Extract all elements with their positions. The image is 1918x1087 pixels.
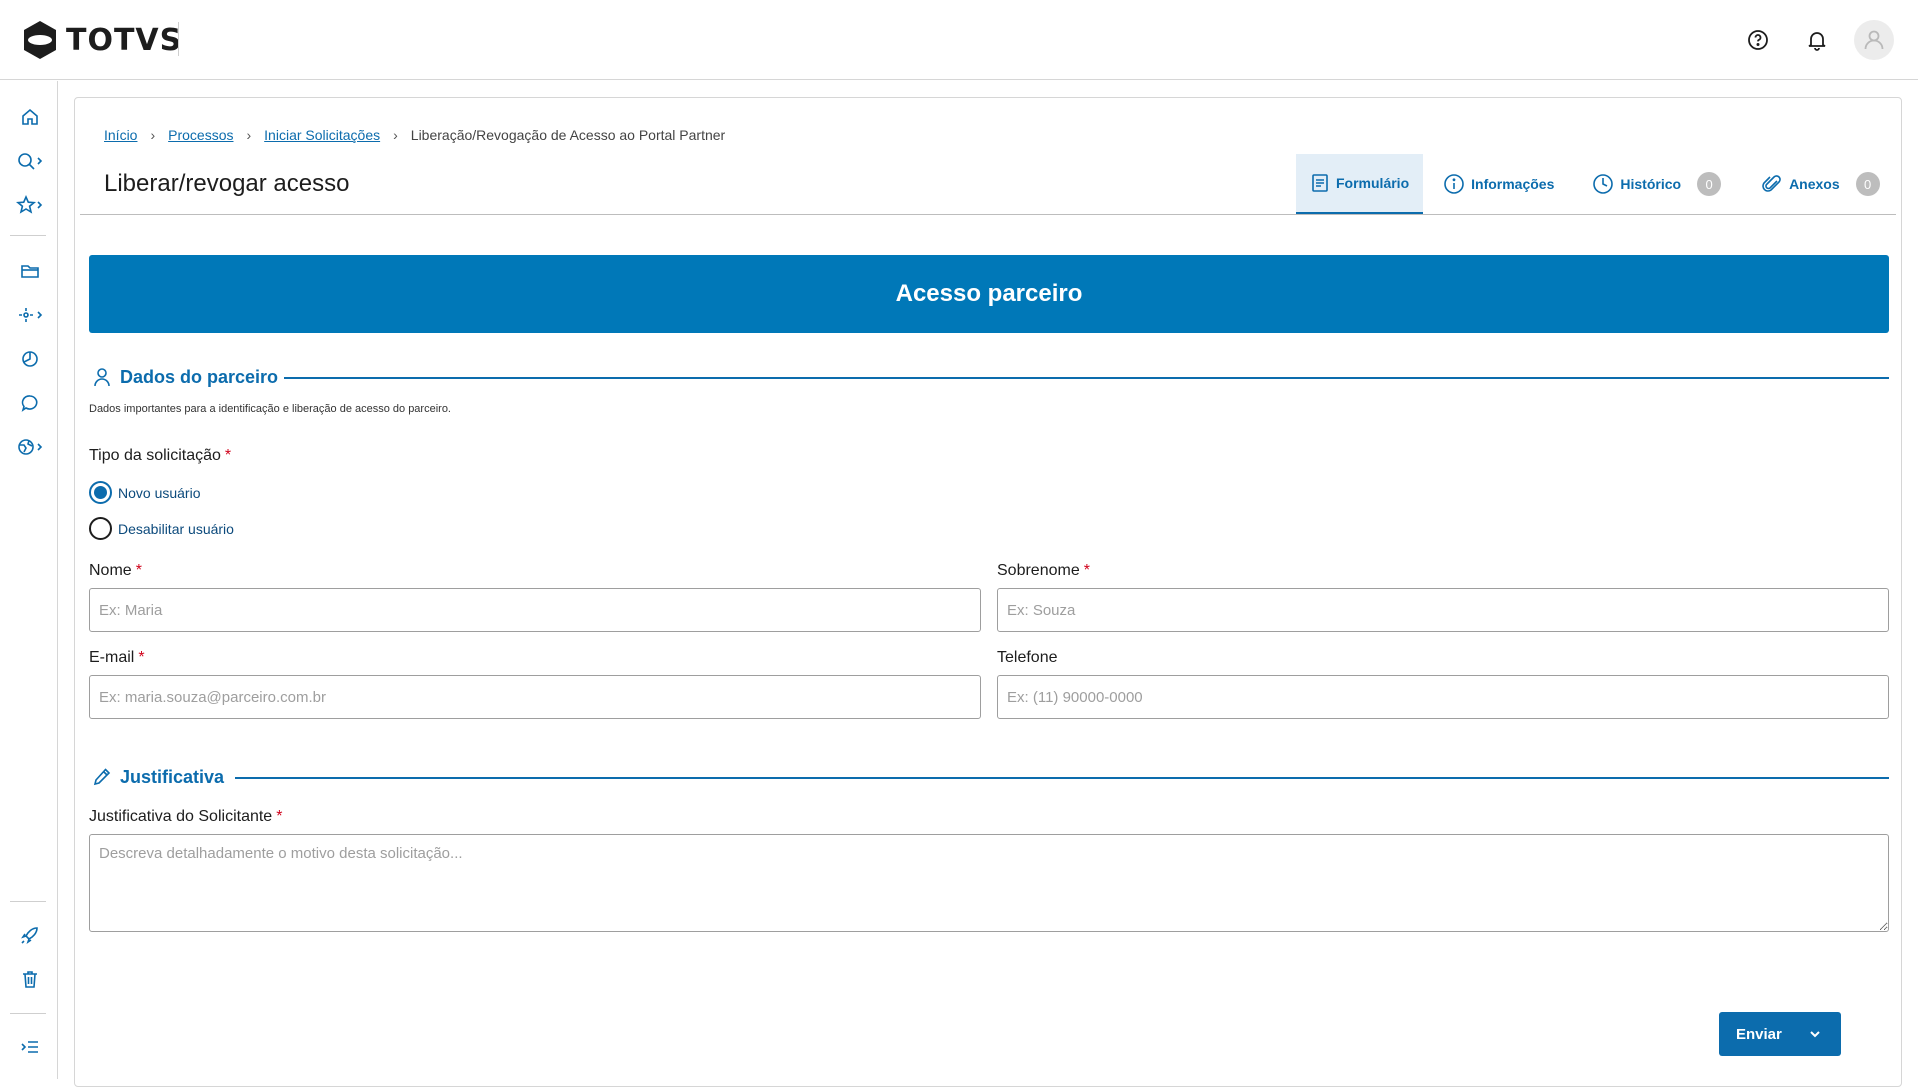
tabs-divider (80, 214, 1896, 215)
tab-historico[interactable]: Histórico 0 (1578, 154, 1735, 214)
chevron-right-icon: › (150, 127, 156, 143)
breadcrumb-link-iniciar-solicitacoes[interactable]: Iniciar Solicitações (264, 127, 380, 143)
star-icon[interactable] (14, 191, 46, 219)
tab-label: Anexos (1789, 176, 1840, 192)
required-marker: * (1083, 562, 1090, 579)
phone-input[interactable] (997, 675, 1889, 719)
last-name-input[interactable] (997, 588, 1889, 632)
top-bar: TOTVS (0, 0, 1918, 80)
breadcrumb-current: Liberação/Revogação de Acesso ao Portal … (410, 127, 726, 143)
tab-formulario[interactable]: Formulário (1296, 154, 1424, 214)
submit-label: Enviar (1736, 1025, 1782, 1043)
clock-icon (1593, 174, 1614, 194)
section-title: Dados do parceiro (120, 366, 279, 387)
phone-label: Telefone (997, 649, 1058, 667)
section-header-justification: Justificativa (92, 766, 224, 788)
required-marker: * (138, 649, 145, 666)
folder-icon[interactable] (14, 257, 46, 285)
tab-informacoes[interactable]: Informações (1429, 154, 1568, 214)
logo-text: TOTVS (66, 22, 183, 58)
trash-icon[interactable] (14, 965, 46, 993)
sidebar (0, 81, 58, 1079)
radio-label: Novo usuário (118, 484, 201, 501)
user-avatar-icon (1864, 30, 1884, 50)
justification-label: Justificativa do Solicitante * (89, 808, 282, 826)
sidebar-divider (10, 235, 46, 236)
chevron-right-icon: › (246, 127, 252, 143)
paperclip-icon (1762, 175, 1781, 192)
last-name-label: Sobrenome * (997, 562, 1090, 580)
avatar[interactable] (1854, 20, 1894, 60)
breadcrumb-link-inicio[interactable]: Início (104, 127, 137, 143)
tab-label: Histórico (1620, 176, 1682, 192)
submit-button[interactable]: Enviar (1719, 1012, 1841, 1056)
rocket-icon[interactable] (14, 921, 46, 949)
home-icon[interactable] (14, 103, 46, 131)
workflow-icon[interactable] (14, 301, 46, 329)
breadcrumb: Início › Processos › Iniciar Solicitaçõe… (104, 127, 725, 143)
logo-divider (178, 22, 179, 56)
required-marker: * (135, 562, 142, 579)
totvs-logo-icon (24, 21, 56, 59)
help-icon[interactable] (1744, 26, 1772, 54)
chevron-down-icon[interactable] (1808, 1027, 1822, 1041)
tab-count-badge: 0 (1697, 172, 1722, 196)
radio-dot (94, 486, 107, 499)
radio-novo-usuario[interactable]: Novo usuário (89, 481, 201, 504)
pencil-icon (93, 768, 111, 786)
menu-collapse-icon[interactable] (14, 1033, 46, 1061)
form-icon (1312, 174, 1328, 192)
chevron-right-icon: › (393, 127, 398, 143)
first-name-label: Nome * (89, 562, 142, 580)
search-icon[interactable] (14, 147, 46, 175)
tab-anexos[interactable]: Anexos 0 (1747, 154, 1894, 214)
tab-count-badge: 0 (1855, 172, 1880, 196)
section-header-partner: Dados do parceiro (92, 366, 278, 388)
info-icon (1444, 174, 1464, 194)
radio-button[interactable] (89, 481, 112, 504)
field-label-text: E-mail (89, 649, 135, 666)
field-label-text: Nome (89, 562, 132, 579)
totvs-logo[interactable]: TOTVS (22, 20, 182, 60)
tab-label: Informações (1471, 176, 1555, 192)
page-title: Liberar/revogar acesso (104, 170, 350, 197)
tab-label: Formulário (1336, 175, 1410, 191)
tab-bar: Formulário Informações Histórico 0 Anexo… (1296, 154, 1894, 214)
form-banner: Acesso parceiro (89, 255, 1889, 333)
request-type-label: Tipo da solicitação * (89, 447, 231, 465)
chat-icon[interactable] (14, 389, 46, 417)
breadcrumb-link-processos[interactable]: Processos (168, 127, 233, 143)
section-divider (284, 377, 1889, 379)
section-divider (235, 777, 1889, 779)
field-label-text: Tipo da solicitação (89, 447, 221, 464)
field-label-text: Telefone (997, 649, 1058, 666)
sidebar-divider (10, 1013, 46, 1014)
section-helper-text: Dados importantes para a identificação e… (89, 403, 451, 415)
field-label-text: Justificativa do Solicitante (89, 808, 273, 825)
first-name-input[interactable] (89, 588, 981, 632)
user-icon (94, 368, 110, 387)
justification-textarea[interactable] (89, 834, 1889, 932)
email-label: E-mail * (89, 649, 145, 667)
radio-label: Desabilitar usuário (118, 520, 234, 537)
sidebar-divider (10, 901, 46, 902)
required-marker: * (276, 808, 283, 825)
section-title: Justificativa (120, 766, 225, 787)
chart-pie-icon[interactable] (14, 345, 46, 373)
required-marker: * (224, 447, 232, 464)
globe-icon[interactable] (14, 433, 46, 461)
radio-desabilitar-usuario[interactable]: Desabilitar usuário (89, 517, 234, 540)
radio-button[interactable] (89, 517, 112, 540)
field-label-text: Sobrenome (997, 562, 1080, 579)
email-input[interactable] (89, 675, 981, 719)
bell-icon[interactable] (1803, 26, 1831, 54)
